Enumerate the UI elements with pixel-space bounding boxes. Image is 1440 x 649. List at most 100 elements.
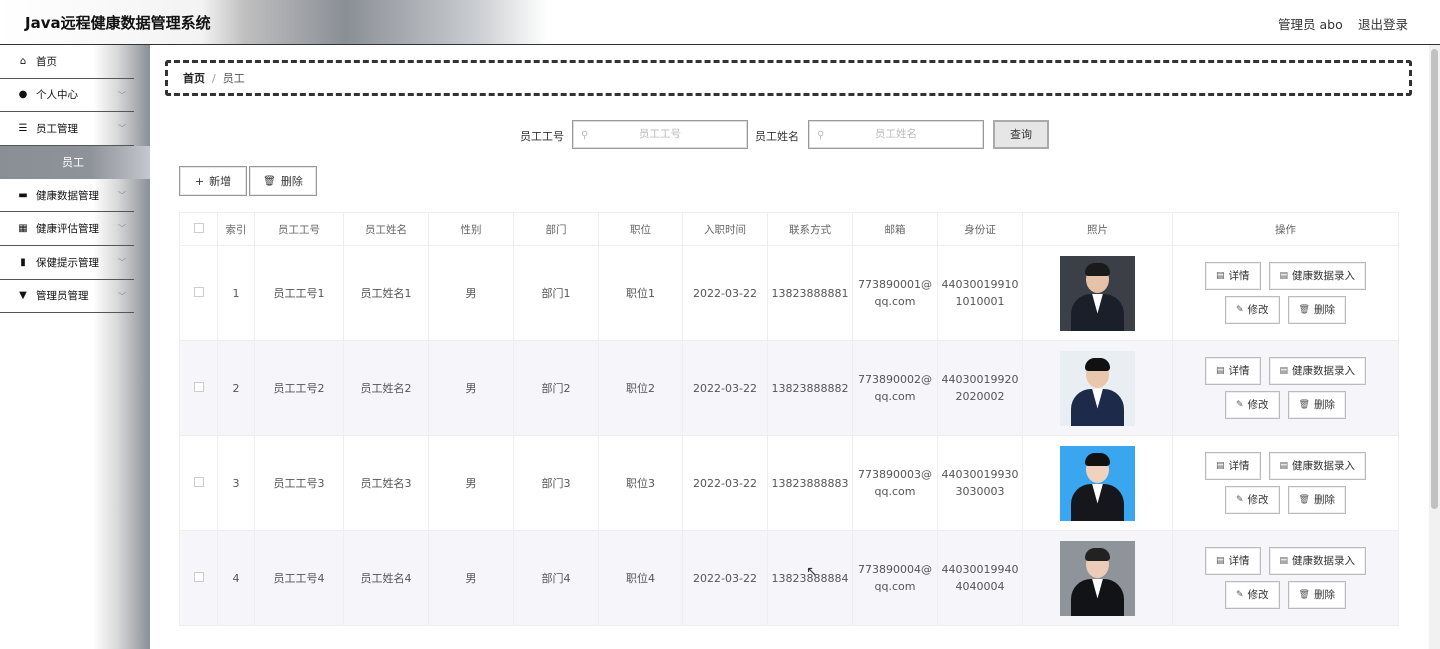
edit-icon: ✎ [1236, 304, 1244, 315]
sidebar-item-personal-center[interactable]: ● 个人中心 ﹀ [0, 79, 134, 113]
table-row: 2 员工工号2 员工姓名2 男 部门2 职位2 2022-03-22 13823… [179, 340, 1399, 436]
cell-department: 部门4 [513, 530, 599, 626]
cell-phone: 13823888883 [767, 435, 853, 531]
table-row: 3 员工工号3 员工姓名3 男 部门3 职位3 2022-03-22 13823… [179, 435, 1399, 531]
cell-actions: ▤ 详情 ▤ 健康数据录入 ✎ 修改 🗑 删除 [1172, 530, 1399, 626]
chevron-down-icon: ﹀ [118, 90, 126, 100]
cell-gender: 男 [428, 245, 514, 341]
edit-icon: ✎ [1236, 399, 1244, 410]
employee-photo [1060, 540, 1135, 616]
edit-button[interactable]: ✎ 修改 [1225, 581, 1280, 609]
row-checkbox[interactable] [179, 435, 218, 531]
query-button[interactable]: 查询 [993, 120, 1049, 149]
health-data-entry-button[interactable]: ▤ 健康数据录入 [1268, 452, 1367, 480]
table-row: 4 员工工号4 员工姓名4 男 部门4 职位4 2022-03-22 13823… [179, 530, 1399, 626]
cell-position: 职位2 [598, 340, 683, 436]
cell-actions: ▤ 详情 ▤ 健康数据录入 ✎ 修改 🗑 删除 [1172, 435, 1399, 531]
employee-no-input[interactable]: ⚲ 员工工号 [572, 120, 748, 149]
cell-hire-date: 2022-03-22 [682, 245, 768, 341]
column-header: 操作 [1172, 212, 1399, 246]
edit-button[interactable]: ✎ 修改 [1225, 486, 1280, 514]
detail-button[interactable]: ▤ 详情 [1204, 262, 1261, 290]
cell-id-card: 44030019930 3030003 [937, 435, 1023, 531]
sidebar-item-admin-management[interactable]: ▼ 管理员管理 ﹀ [0, 280, 134, 314]
health-data-entry-button[interactable]: ▤ 健康数据录入 [1268, 547, 1367, 575]
employee-name-placeholder: 员工姓名 [875, 128, 917, 140]
sidebar-item-employee-management[interactable]: ☰ 员工管理 ﹀ [0, 112, 134, 146]
tag-icon: ▼ [19, 290, 27, 302]
detail-button[interactable]: ▤ 详情 [1204, 357, 1261, 385]
sidebar-item-label: 个人中心 [36, 89, 78, 102]
cell-employee-name: 员工姓名4 [343, 530, 429, 626]
edit-button[interactable]: ✎ 修改 [1225, 391, 1280, 419]
employee-photo [1060, 445, 1135, 521]
column-header: 员工姓名 [343, 212, 429, 246]
sidebar-item-health-data[interactable]: ▬ 健康数据管理 ﹀ [0, 179, 134, 213]
document-icon: ▤ [1279, 555, 1289, 566]
cell-index: 4 [217, 530, 255, 626]
cell-email: 773890004@ qq.com [852, 530, 938, 626]
breadcrumb-home[interactable]: 首页 [183, 70, 205, 86]
scrollbar[interactable] [1429, 45, 1440, 649]
cell-index: 2 [217, 340, 255, 436]
document-icon: ▤ [1279, 365, 1289, 376]
document-icon: ▤ [1279, 270, 1289, 281]
sidebar-item-label: 管理员管理 [36, 290, 89, 303]
cell-id-card: 44030019920 2020002 [937, 340, 1023, 436]
cell-employee-no: 员工工号4 [254, 530, 344, 626]
sidebar-subitem-employee[interactable]: 员工 [0, 145, 150, 179]
sidebar-item-label: 首页 [36, 55, 57, 68]
cell-actions: ▤ 详情 ▤ 健康数据录入 ✎ 修改 🗑 删除 [1172, 245, 1399, 341]
trash-icon: 🗑 [1298, 399, 1310, 410]
detail-button[interactable]: ▤ 详情 [1204, 547, 1261, 575]
health-data-entry-button[interactable]: ▤ 健康数据录入 [1268, 357, 1367, 385]
document-icon: ▤ [1215, 270, 1225, 281]
column-header: 职位 [598, 212, 683, 246]
chevron-down-icon: ﹀ [118, 257, 126, 267]
sidebar-item-health-tips[interactable]: ▮ 保健提示管理 ﹀ [0, 246, 134, 280]
cell-index: 3 [217, 435, 255, 531]
row-checkbox[interactable] [179, 245, 218, 341]
health-data-entry-button[interactable]: ▤ 健康数据录入 [1268, 262, 1367, 290]
doc-icon: ▮ [20, 256, 26, 268]
edit-icon: ✎ [1236, 494, 1244, 505]
scrollbar-thumb[interactable] [1431, 49, 1438, 509]
delete-button[interactable]: 🗑 删除 [1287, 296, 1346, 324]
column-header: 性别 [428, 212, 514, 246]
chevron-down-icon: ﹀ [118, 224, 126, 234]
cell-gender: 男 [428, 530, 514, 626]
plus-icon: + [194, 174, 205, 188]
column-header: 索引 [217, 212, 255, 246]
employee-photo [1060, 255, 1135, 331]
logout-link[interactable]: 退出登录 [1358, 14, 1408, 33]
row-checkbox[interactable] [179, 530, 218, 626]
detail-button[interactable]: ▤ 详情 [1204, 452, 1261, 480]
sidebar-item-label: 健康评估管理 [36, 223, 99, 236]
column-header: 邮箱 [852, 212, 938, 246]
cell-email: 773890001@ qq.com [852, 245, 938, 341]
document-icon: ▤ [1215, 460, 1225, 471]
delete-button[interactable]: 🗑 删除 [1287, 391, 1346, 419]
sidebar: ⌂ 首页 ● 个人中心 ﹀ ☰ 员工管理 ﹀ 员工 ▬ 健康数据管理 ﹀ ▦ 健… [0, 45, 150, 649]
batch-delete-button[interactable]: 🗑 删除 [249, 166, 317, 196]
edit-button[interactable]: ✎ 修改 [1225, 296, 1280, 324]
cell-employee-name: 员工姓名1 [343, 245, 429, 341]
sidebar-item-health-assessment[interactable]: ▦ 健康评估管理 ﹀ [0, 212, 134, 246]
add-button[interactable]: + 新增 [179, 166, 247, 196]
cell-employee-no: 员工工号1 [254, 245, 344, 341]
column-header: 员工工号 [254, 212, 344, 246]
sidebar-item-label: 员工管理 [36, 122, 78, 135]
employee-photo [1060, 350, 1135, 426]
column-header: 部门 [513, 212, 599, 246]
employee-name-input[interactable]: ⚲ 员工姓名 [808, 120, 984, 149]
delete-button[interactable]: 🗑 删除 [1287, 486, 1346, 514]
delete-button[interactable]: 🗑 删除 [1287, 581, 1346, 609]
sidebar-item-home[interactable]: ⌂ 首页 [0, 45, 134, 79]
cell-hire-date: 2022-03-22 [682, 530, 768, 626]
column-header: 入职时间 [682, 212, 768, 246]
select-all-checkbox[interactable] [179, 212, 218, 246]
cell-position: 职位3 [598, 435, 683, 531]
cell-department: 部门3 [513, 435, 599, 531]
sidebar-item-label: 保健提示管理 [36, 256, 99, 269]
row-checkbox[interactable] [179, 340, 218, 436]
